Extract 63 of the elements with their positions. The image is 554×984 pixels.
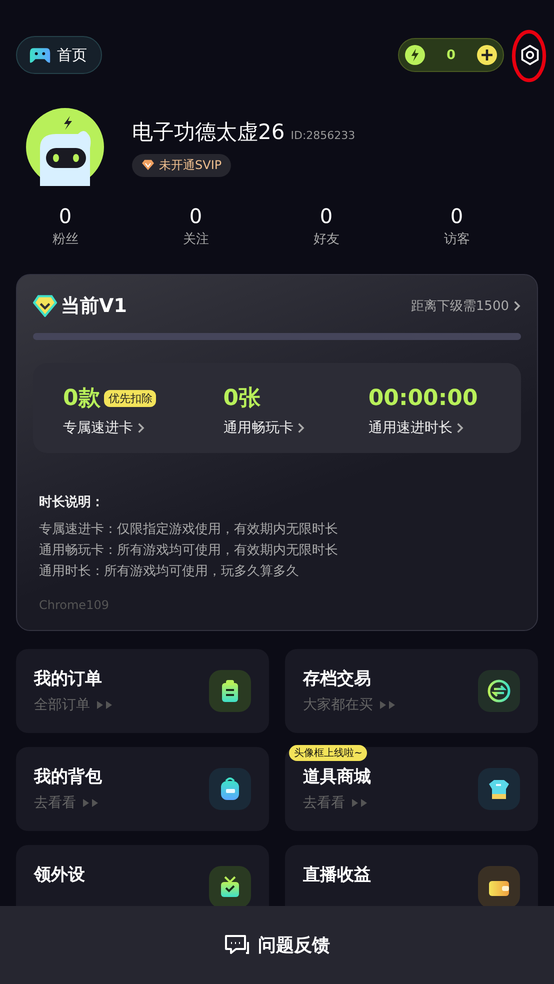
chevron-icon bbox=[512, 300, 521, 312]
chevron-icon bbox=[136, 422, 145, 434]
shield-badge-icon bbox=[33, 295, 57, 317]
menu-title: 道具商城 bbox=[303, 766, 371, 788]
lightning-icon bbox=[405, 45, 425, 65]
browser-version: Chrome109 bbox=[39, 598, 110, 612]
menu-subtitle: 大家都在买 bbox=[303, 696, 373, 714]
menu-title: 我的订单 bbox=[34, 668, 103, 690]
chevron-icon bbox=[296, 422, 306, 434]
stat-label[interactable]: 访客 bbox=[444, 230, 470, 248]
user-name: 电子功德太虚26 bbox=[132, 118, 285, 146]
stat-value: 0 bbox=[320, 204, 333, 228]
menu-card[interactable]: 头像框上线啦~ 道具商城 去看看 bbox=[285, 747, 538, 831]
stat-value: 0 bbox=[189, 204, 202, 228]
stat-value: 0 bbox=[450, 204, 464, 228]
stat-label[interactable]: 好友 bbox=[313, 230, 340, 248]
plus-icon[interactable] bbox=[476, 45, 497, 65]
double-arrow-icon bbox=[351, 798, 369, 808]
coin-count: 0 bbox=[446, 48, 456, 62]
double-arrow-icon bbox=[82, 798, 100, 808]
menu-card[interactable]: 领外设 bbox=[16, 845, 269, 906]
menu-title: 领外设 bbox=[34, 864, 85, 886]
stat-label[interactable]: 关注 bbox=[182, 230, 209, 248]
chat-icon bbox=[224, 934, 250, 956]
settings-icon[interactable] bbox=[519, 44, 541, 66]
asset-link[interactable]: 专属速进卡 bbox=[63, 419, 224, 437]
priority-tag: 优先扣除 bbox=[104, 390, 156, 406]
menu-subtitle: 全部订单 bbox=[34, 696, 90, 714]
home-button[interactable]: 首页 bbox=[16, 36, 102, 74]
menu-title: 存档交易 bbox=[303, 668, 372, 690]
menu-subtitle: 去看看 bbox=[34, 794, 76, 812]
note-text: 专属速进卡：仅限指定游戏使用，有效期内无限时长 bbox=[39, 521, 339, 539]
notes-title: 时长说明： bbox=[39, 494, 105, 511]
next-level-link[interactable]: 距离下级需1500 bbox=[410, 297, 521, 315]
menu-subtitle: 去看看 bbox=[303, 794, 345, 812]
chevron-icon bbox=[455, 422, 464, 434]
robot-avatar-icon bbox=[26, 108, 104, 186]
note-text: 通用时长：所有游戏均可使用，玩多久算多久 bbox=[39, 563, 300, 581]
coin-balance[interactable]: 0 bbox=[398, 38, 504, 72]
level-title: 当前V1 bbox=[61, 294, 127, 319]
gamepad-icon bbox=[29, 46, 51, 64]
note-text: 通用畅玩卡：所有游戏均可使用，有效期内无限时长 bbox=[39, 542, 339, 560]
asset-value: 0款 bbox=[63, 385, 100, 413]
menu-title: 我的背包 bbox=[34, 766, 102, 788]
asset-link[interactable]: 通用速进时长 bbox=[368, 419, 521, 437]
diamond-icon bbox=[141, 159, 155, 171]
stat-label[interactable]: 粉丝 bbox=[52, 230, 78, 248]
menu-title: 直播收益 bbox=[303, 864, 371, 886]
svip-badge[interactable]: 未开通SVIP bbox=[132, 154, 231, 176]
user-id: ID:2856233 bbox=[290, 128, 356, 142]
stat-value: 0 bbox=[58, 204, 72, 228]
menu-card[interactable]: 存档交易 大家都在买 bbox=[285, 649, 538, 733]
asset-link[interactable]: 通用畅玩卡 bbox=[223, 419, 368, 437]
menu-card[interactable]: 我的订单 全部订单 bbox=[16, 649, 269, 733]
exchange-icon bbox=[485, 677, 513, 705]
menu-card[interactable]: 我的背包 去看看 bbox=[16, 747, 269, 831]
menu-card[interactable]: 直播收益 bbox=[285, 845, 538, 906]
asset-value: 0张 bbox=[223, 385, 261, 413]
double-arrow-icon bbox=[96, 700, 114, 710]
double-arrow-icon bbox=[379, 700, 397, 710]
asset-value: 00:00:00 bbox=[368, 386, 478, 410]
feedback-button[interactable]: 问题反馈 bbox=[0, 906, 554, 984]
new-badge: 头像框上线啦~ bbox=[289, 745, 368, 761]
